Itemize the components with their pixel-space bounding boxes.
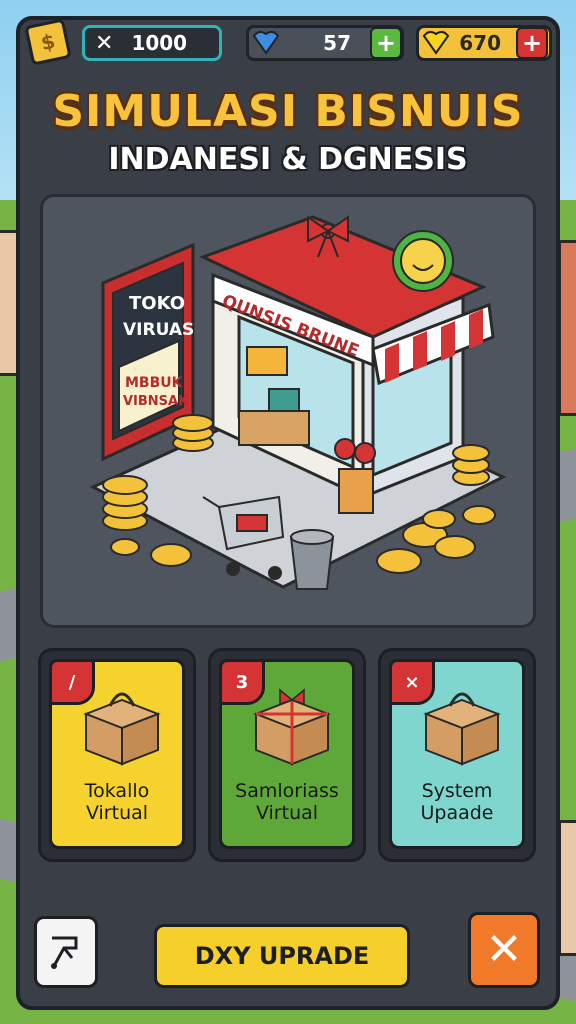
- card-label-line2: Virtual: [85, 802, 149, 824]
- house: [558, 820, 576, 956]
- billboard-line4: VIBNSAK: [123, 394, 189, 409]
- edit-icon: [51, 936, 78, 969]
- shop-illustration: QUNSIS BRUNE TOKO VIRUAS MBBUK VIBNSAK: [89, 215, 507, 590]
- card-label-line2: Upaade: [420, 802, 494, 824]
- coin-icon: [421, 26, 451, 60]
- card-label: Samloriass Virtual: [222, 780, 352, 824]
- shop-scene[interactable]: QUNSIS BRUNE TOKO VIRUAS MBBUK VIBNSAK: [40, 194, 536, 628]
- tool-value: 1000: [131, 31, 188, 55]
- gems-value: 57: [323, 31, 351, 55]
- card-badge: 3: [219, 659, 265, 705]
- add-coins-button[interactable]: +: [516, 27, 548, 59]
- add-gems-button[interactable]: +: [370, 27, 402, 59]
- card-label: Tokallo Virtual: [52, 780, 182, 824]
- top-bar: $ ✕ 1000 57 + 670 +: [0, 18, 576, 66]
- card-slot-3: System Upaade ×: [378, 648, 536, 862]
- close-button[interactable]: ✕: [468, 912, 540, 988]
- billboard-line1: TOKO: [129, 293, 185, 314]
- gem-icon: [251, 26, 281, 56]
- billboard-line2: VIRUAS: [123, 320, 194, 340]
- card-label-line1: System: [421, 780, 493, 802]
- page-title: SIMULASI BISNUIS: [52, 86, 524, 137]
- coins-value: 670: [459, 31, 501, 55]
- tool-counter: ✕ 1000: [82, 25, 222, 61]
- billboard-line3: MBBUK: [125, 375, 184, 391]
- card-slot-1: Tokallo Virtual /: [38, 648, 196, 862]
- card-badge: /: [49, 659, 95, 705]
- house: [558, 240, 576, 416]
- card-label: System Upaade: [392, 780, 522, 824]
- card-label-line1: Samloriass: [235, 780, 339, 802]
- card-label-line1: Tokallo: [84, 780, 150, 802]
- cash-icon[interactable]: $: [24, 18, 72, 66]
- upgrade-button[interactable]: DXY UPRADE: [154, 924, 410, 988]
- card-slot-2: Samloriass Virtual 3: [208, 648, 366, 862]
- tool-icon: ✕: [95, 30, 114, 56]
- page-subtitle: INDANESI & DGNESIS: [108, 142, 468, 177]
- card-badge: ×: [389, 659, 435, 705]
- upgrade-button-label: DXY UPRADE: [194, 942, 370, 970]
- card-label-line2: Virtual: [255, 802, 319, 824]
- close-icon: ✕: [485, 924, 523, 975]
- edit-button[interactable]: [34, 916, 98, 988]
